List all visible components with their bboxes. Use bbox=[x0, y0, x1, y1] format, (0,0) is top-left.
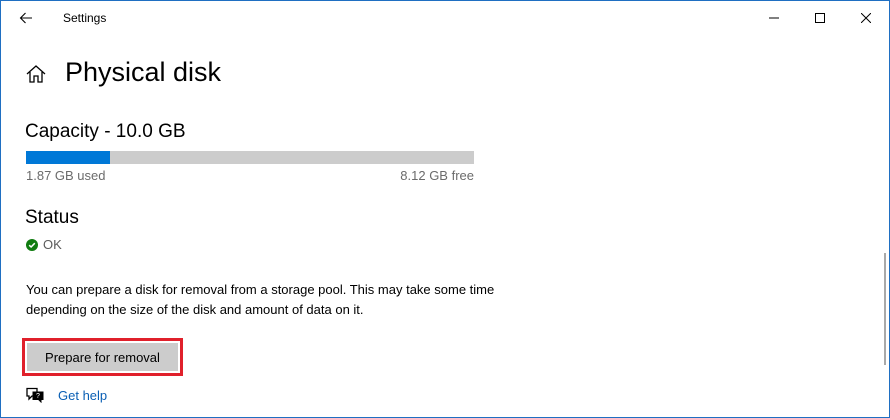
get-help-link[interactable]: ? Get help bbox=[26, 387, 107, 403]
back-button[interactable] bbox=[9, 5, 43, 31]
maximize-button[interactable] bbox=[797, 1, 843, 35]
get-help-label: Get help bbox=[58, 387, 108, 403]
status-value: OK bbox=[43, 237, 62, 252]
free-space-label: 8.12 GB free bbox=[400, 168, 474, 183]
status-heading: Status bbox=[25, 207, 79, 228]
removal-description: You can prepare a disk for removal from … bbox=[26, 282, 495, 317]
capacity-heading: Capacity - 10.0 GB bbox=[25, 121, 186, 142]
page-title: Physical disk bbox=[65, 57, 222, 87]
maximize-icon bbox=[815, 13, 825, 23]
svg-text:?: ? bbox=[36, 393, 40, 400]
help-chat-icon: ? bbox=[26, 387, 44, 403]
scrollbar[interactable] bbox=[884, 253, 886, 365]
highlight-box: Prepare for removal bbox=[22, 338, 183, 376]
capacity-used-fill bbox=[26, 151, 110, 164]
minimize-button[interactable] bbox=[751, 1, 797, 35]
status-row: OK bbox=[26, 237, 62, 252]
home-icon[interactable] bbox=[25, 63, 47, 85]
minimize-icon bbox=[769, 17, 779, 19]
close-icon bbox=[861, 13, 871, 23]
ok-check-icon bbox=[26, 238, 38, 251]
title-bar: Settings bbox=[1, 1, 889, 35]
close-button[interactable] bbox=[843, 1, 889, 35]
prepare-for-removal-button[interactable]: Prepare for removal bbox=[27, 343, 178, 371]
used-space-label: 1.87 GB used bbox=[26, 168, 106, 183]
app-title: Settings bbox=[63, 11, 107, 25]
capacity-bar bbox=[26, 151, 474, 164]
back-arrow-icon bbox=[19, 12, 32, 24]
settings-window: Settings Physical disk Capacity - 10.0 G… bbox=[0, 0, 890, 418]
